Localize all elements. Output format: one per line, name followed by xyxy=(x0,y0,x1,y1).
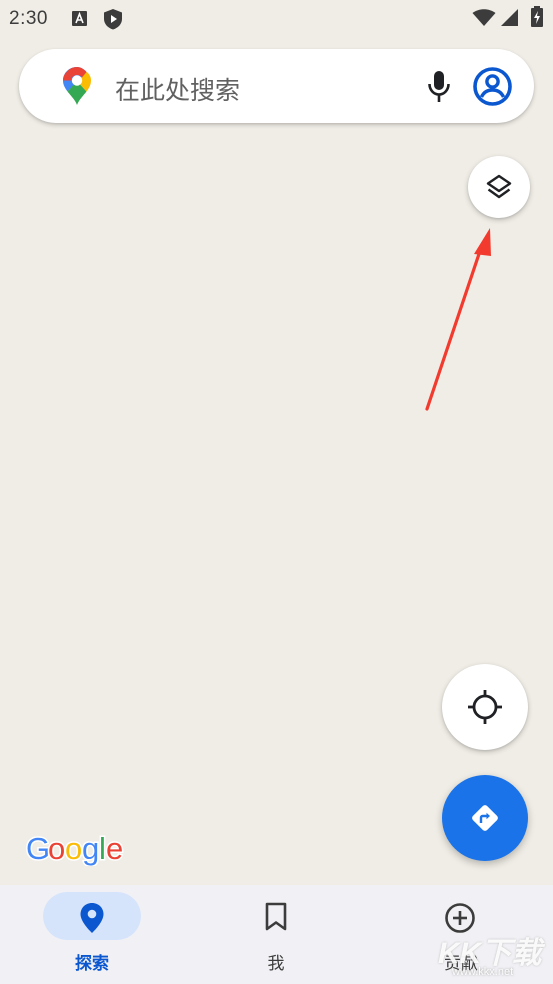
nav-item-me[interactable]: 我 xyxy=(184,885,368,984)
nav-label-me: 我 xyxy=(267,954,285,974)
svg-text:G: G xyxy=(26,831,50,866)
crosshair-icon xyxy=(468,690,502,724)
bookmark-icon xyxy=(265,902,287,931)
svg-text:o: o xyxy=(48,831,65,866)
svg-text:e: e xyxy=(106,831,123,866)
svg-text:g: g xyxy=(82,831,99,866)
svg-text:o: o xyxy=(65,831,82,866)
google-wordmark: G o o g l e xyxy=(25,830,125,868)
svg-text:l: l xyxy=(99,831,106,866)
directions-icon xyxy=(472,805,498,831)
directions-button[interactable] xyxy=(442,775,528,861)
my-location-button[interactable] xyxy=(442,664,528,750)
google-logo: G o o g l e xyxy=(25,830,126,874)
location-pin-icon xyxy=(80,903,104,933)
watermark-url: www.kkx.net xyxy=(452,966,514,978)
nav-label-explore: 探索 xyxy=(75,954,109,974)
watermark: KK下载 www.kkx.net xyxy=(430,928,553,984)
nav-item-explore[interactable]: 探索 xyxy=(0,885,184,984)
